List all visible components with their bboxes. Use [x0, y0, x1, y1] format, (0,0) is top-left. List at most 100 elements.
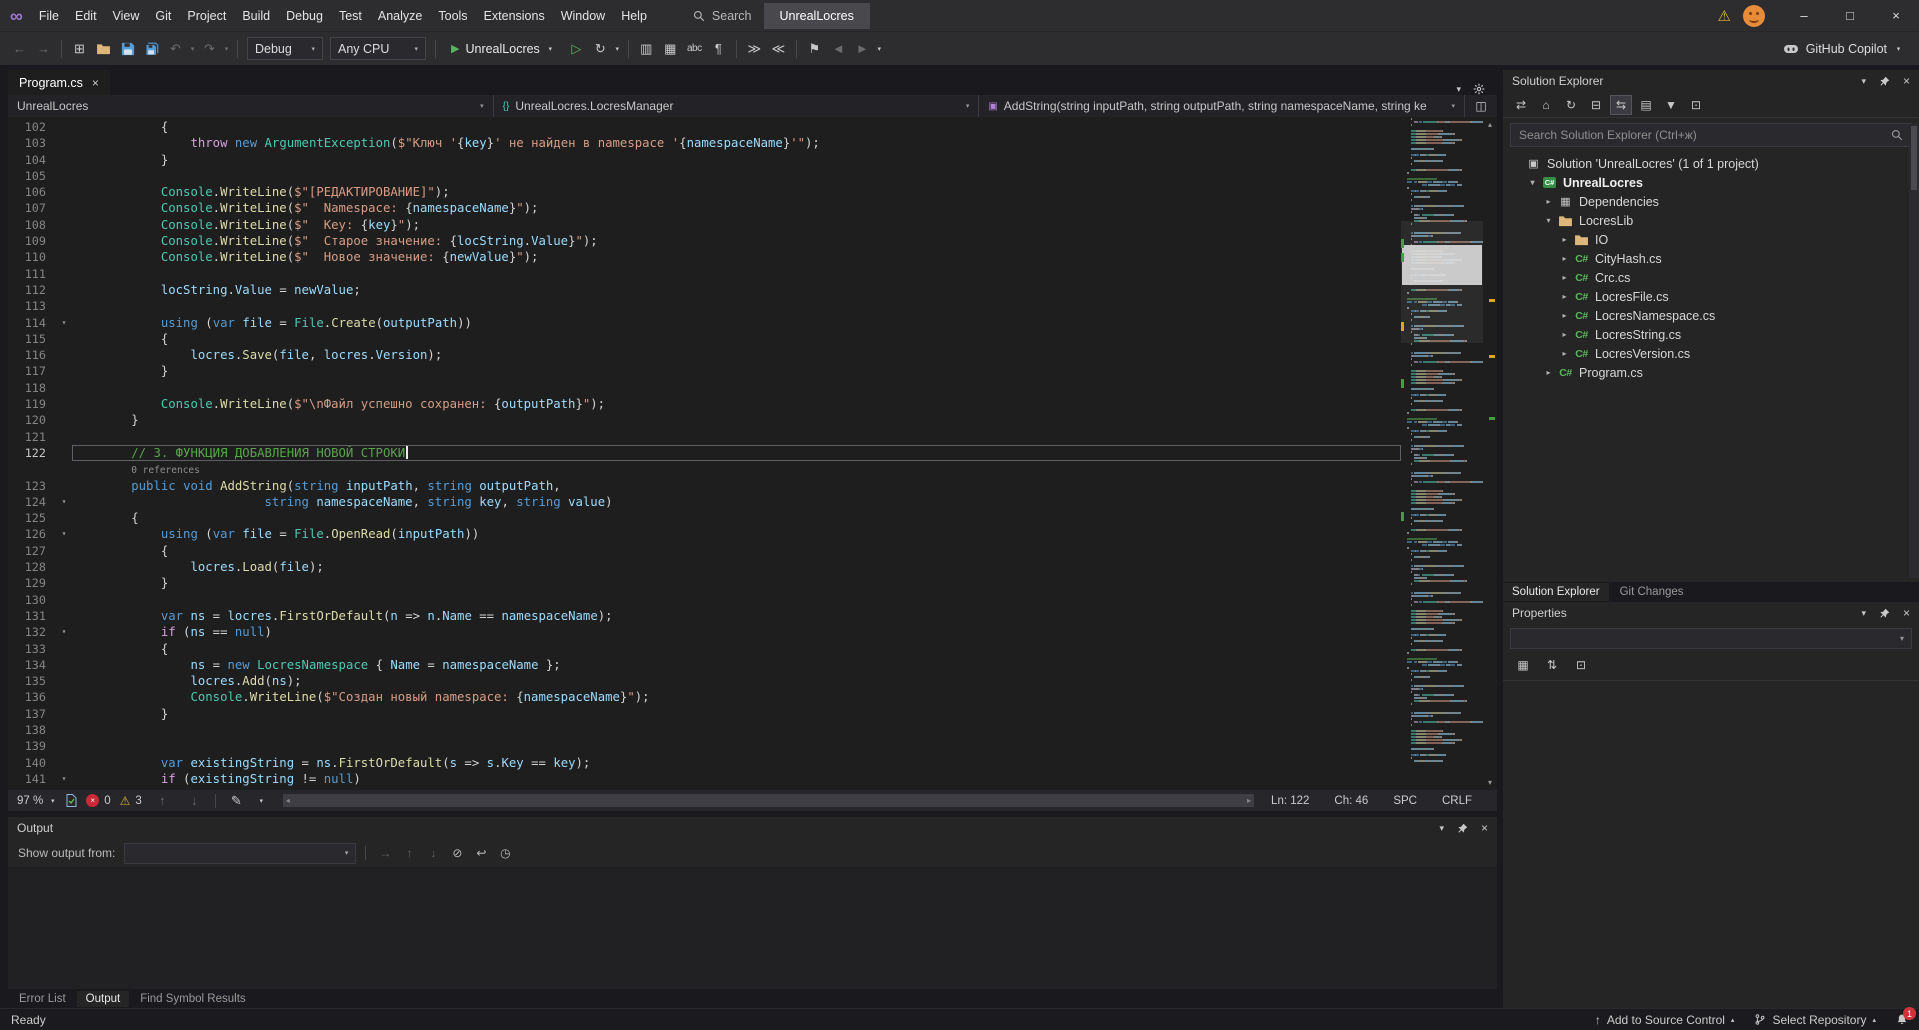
chevron-down-icon[interactable]: ▾: [1541, 216, 1556, 225]
pin-icon[interactable]: [1457, 823, 1468, 834]
navigate-forward-icon[interactable]: →: [32, 37, 55, 61]
menu-window[interactable]: Window: [553, 4, 613, 28]
chevron-right-icon[interactable]: ▸: [1541, 197, 1556, 206]
attach-to-process-icon[interactable]: ▥: [635, 37, 658, 61]
collapse-all-icon[interactable]: ⊟: [1585, 95, 1607, 115]
close-icon[interactable]: ×: [1903, 606, 1910, 620]
add-to-source-control-button[interactable]: ↑ Add to Source Control ▴: [1595, 1013, 1735, 1027]
code-line[interactable]: 103 throw new ArgumentException($"Ключ '…: [8, 135, 1401, 151]
tree-item-program-cs[interactable]: ▸C#Program.cs: [1503, 363, 1919, 382]
warning-count[interactable]: ⚠ 3: [120, 794, 142, 808]
chevron-right-icon[interactable]: ▸: [1557, 235, 1572, 244]
tree-item-unreallocres[interactable]: ▾C#UnrealLocres: [1503, 173, 1919, 192]
redo-icon[interactable]: ↷: [198, 37, 221, 61]
properties-object-dropdown[interactable]: ▾: [1510, 628, 1912, 649]
tree-item-dependencies[interactable]: ▸▦Dependencies: [1503, 192, 1919, 211]
new-project-icon[interactable]: ⊞: [68, 37, 91, 61]
user-avatar[interactable]: [1743, 5, 1765, 27]
code-line[interactable]: 125 {: [8, 510, 1401, 526]
filter-icon[interactable]: ▼: [1660, 95, 1682, 115]
chevron-right-icon[interactable]: ▸: [1557, 273, 1572, 282]
code-line[interactable]: 132▾ if (ns == null): [8, 624, 1401, 640]
tab-list-dropdown-icon[interactable]: ▾: [1456, 84, 1461, 95]
pin-icon[interactable]: [1879, 76, 1890, 87]
document-health-icon[interactable]: [66, 794, 77, 807]
window-position-dropdown-icon[interactable]: ▾: [1861, 608, 1866, 619]
code-line[interactable]: 133 {: [8, 641, 1401, 657]
close-icon[interactable]: ×: [1903, 74, 1910, 88]
chevron-right-icon[interactable]: ▸: [1557, 330, 1572, 339]
scroll-right-icon[interactable]: ▸: [1247, 796, 1251, 805]
next-bookmark-icon[interactable]: ►: [851, 37, 874, 61]
chevron-right-icon[interactable]: ▸: [1557, 349, 1572, 358]
start-without-debugging-icon[interactable]: ▷: [565, 37, 588, 61]
code-line[interactable]: 136 Console.WriteLine($"Создан новый nam…: [8, 689, 1401, 705]
tree-item-locresversion-cs[interactable]: ▸C#LocresVersion.cs: [1503, 344, 1919, 363]
code-line[interactable]: 114▾ using (var file = File.Create(outpu…: [8, 315, 1401, 331]
code-line[interactable]: 135 locres.Add(ns);: [8, 673, 1401, 689]
menu-file[interactable]: File: [31, 4, 67, 28]
redo-dropdown-icon[interactable]: ▾: [222, 45, 231, 53]
show-all-files-icon[interactable]: ▤: [1635, 95, 1657, 115]
window-position-dropdown-icon[interactable]: ▾: [1439, 823, 1444, 834]
menu-extensions[interactable]: Extensions: [476, 4, 553, 28]
tab-git-changes[interactable]: Git Changes: [1611, 583, 1693, 601]
breadcrumb-project[interactable]: UnrealLocres ▾: [8, 95, 494, 117]
code-line[interactable]: 138: [8, 722, 1401, 738]
fold-chevron-icon[interactable]: ▾: [56, 315, 72, 331]
menu-git[interactable]: Git: [147, 4, 179, 28]
close-icon[interactable]: ×: [1873, 0, 1919, 31]
code-line[interactable]: 126▾ using (var file = File.OpenRead(inp…: [8, 526, 1401, 542]
code-line[interactable]: 104 }: [8, 152, 1401, 168]
close-icon[interactable]: ×: [92, 76, 99, 90]
menu-project[interactable]: Project: [179, 4, 234, 28]
menu-edit[interactable]: Edit: [67, 4, 105, 28]
menu-debug[interactable]: Debug: [278, 4, 331, 28]
timestamp-icon[interactable]: ◷: [495, 846, 515, 860]
indent-icon[interactable]: ≫: [743, 37, 766, 61]
previous-issue-icon[interactable]: ↑: [151, 789, 174, 813]
code-cleanup-icon[interactable]: ✎: [225, 789, 248, 813]
alphabetical-icon[interactable]: ⇅: [1541, 655, 1563, 675]
tree-item-locresstring-cs[interactable]: ▸C#LocresString.cs: [1503, 325, 1919, 344]
zoom-dropdown[interactable]: 97 % ▾: [17, 795, 57, 807]
menu-analyze[interactable]: Analyze: [370, 4, 430, 28]
minimap[interactable]: [1401, 117, 1483, 790]
code-line[interactable]: 107 Console.WriteLine($" Namespace: {nam…: [8, 200, 1401, 216]
code-cleanup-dropdown-icon[interactable]: ▾: [257, 797, 266, 805]
notifications-button[interactable]: 1: [1896, 1013, 1908, 1026]
home-icon[interactable]: ⌂: [1535, 95, 1557, 115]
chevron-down-icon[interactable]: ▾: [1525, 178, 1540, 187]
start-debugging-button[interactable]: ▶ UnrealLocres ▾: [442, 37, 564, 61]
fold-chevron-icon[interactable]: ▾: [56, 494, 72, 510]
error-count[interactable]: × 0: [86, 794, 110, 807]
code-line[interactable]: 122 // 3. ФУНКЦИЯ ДОБАВЛЕНИЯ НОВОЙ СТРОК…: [8, 445, 1401, 461]
next-issue-icon[interactable]: ↓: [183, 789, 206, 813]
go-to-previous-message-icon[interactable]: ↑: [399, 846, 419, 860]
clear-all-icon[interactable]: ⊘: [447, 846, 467, 860]
code-line[interactable]: 119 Console.WriteLine($"\nФайл успешно с…: [8, 396, 1401, 412]
code-line[interactable]: 124▾ string namespaceName, string key, s…: [8, 494, 1401, 510]
toolbar-options-icon[interactable]: ▾: [875, 45, 884, 53]
select-repository-button[interactable]: Select Repository ▴: [1754, 1013, 1876, 1027]
line-indicator[interactable]: Ln: 122: [1271, 795, 1309, 807]
code-line[interactable]: 116 locres.Save(file, locres.Version);: [8, 347, 1401, 363]
tree-item-solution-unreallocres-1-of-1-project[interactable]: ▣Solution 'UnrealLocres' (1 of 1 project…: [1503, 154, 1919, 173]
show-whitespace-icon[interactable]: ¶: [707, 37, 730, 61]
word-wrap-icon[interactable]: ↩: [471, 846, 491, 860]
code-editor[interactable]: 102 {103 throw new ArgumentException($"К…: [8, 117, 1497, 790]
output-source-dropdown[interactable]: ▾: [124, 843, 356, 864]
find-message-in-code-icon[interactable]: →: [375, 846, 395, 860]
save-all-icon[interactable]: [140, 37, 163, 61]
code-line[interactable]: 118: [8, 380, 1401, 396]
code-line[interactable]: 127 {: [8, 543, 1401, 559]
save-icon[interactable]: [116, 37, 139, 61]
code-line[interactable]: 112 locString.Value = newValue;: [8, 282, 1401, 298]
code-line[interactable]: 113: [8, 298, 1401, 314]
code-line[interactable]: 105: [8, 168, 1401, 184]
maximize-icon[interactable]: □: [1827, 0, 1873, 31]
categorized-icon[interactable]: ▦: [1512, 655, 1534, 675]
code-line[interactable]: 141▾ if (existingString != null): [8, 771, 1401, 787]
tree-item-locresfile-cs[interactable]: ▸C#LocresFile.cs: [1503, 287, 1919, 306]
tab-program-cs[interactable]: Program.cs ×: [8, 70, 110, 95]
